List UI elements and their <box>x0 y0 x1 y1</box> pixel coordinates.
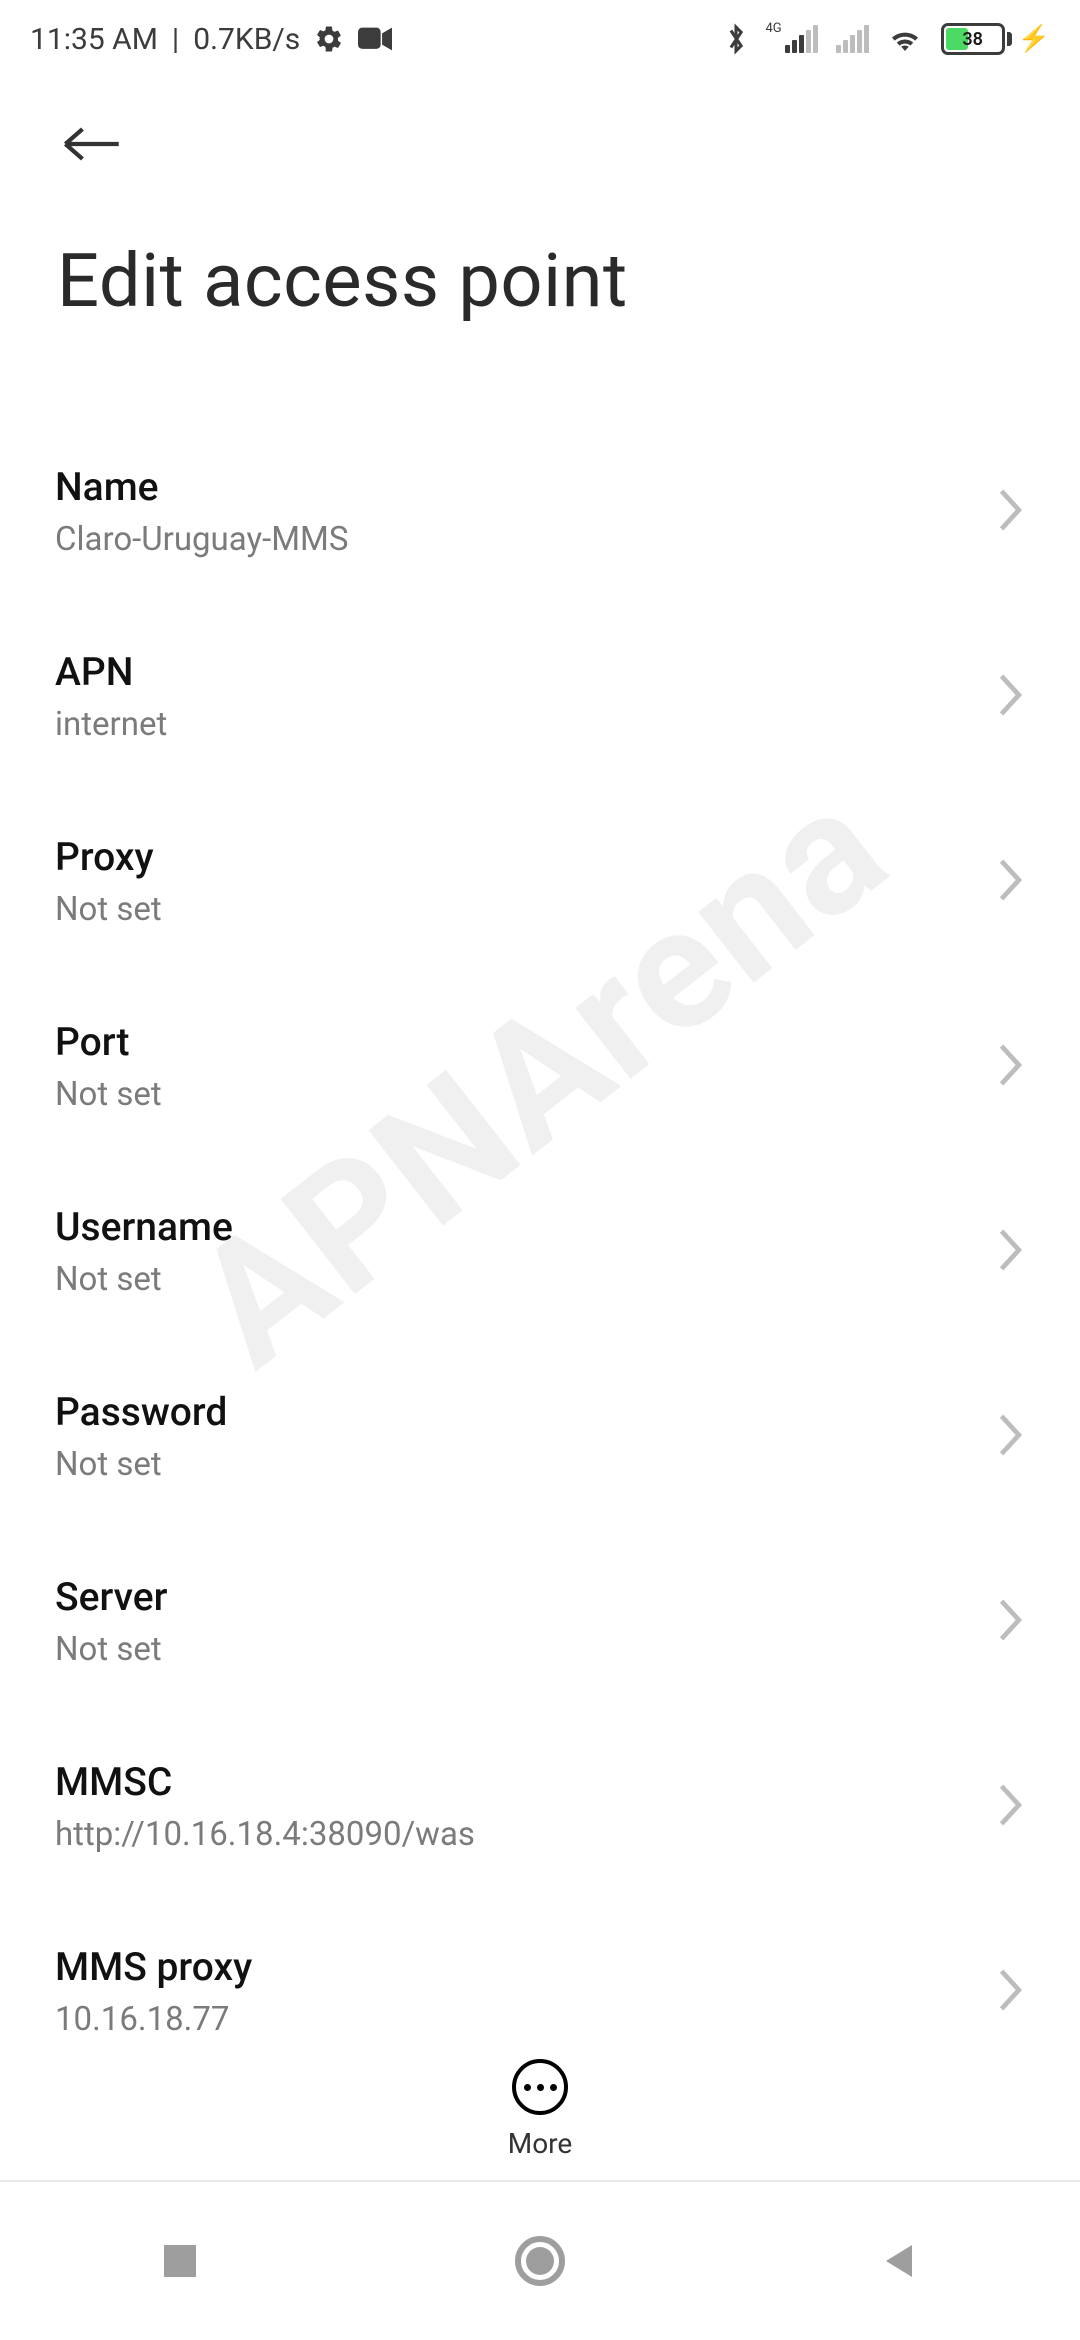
back-button[interactable] <box>55 108 127 180</box>
arrow-left-icon <box>59 124 123 164</box>
status-right: 4G 38 ⚡ <box>725 22 1050 56</box>
setting-label: Password <box>55 1389 227 1435</box>
nav-home-button[interactable] <box>440 2233 640 2289</box>
setting-label: Server <box>55 1574 167 1620</box>
more-label: More <box>508 2127 573 2160</box>
setting-value: Not set <box>55 1260 233 1299</box>
setting-value: Not set <box>55 1630 167 1669</box>
status-bar: 11:35 AM | 0.7KB/s 4G 38 ⚡ <box>0 0 1080 78</box>
setting-row-mmsc[interactable]: MMSC http://10.16.18.4:38090/was <box>55 1715 1025 1900</box>
triangle-left-icon <box>878 2239 922 2283</box>
chevron-right-icon <box>997 673 1025 721</box>
setting-value: Not set <box>55 890 162 929</box>
chevron-right-icon <box>997 1043 1025 1091</box>
setting-row-port[interactable]: Port Not set <box>55 975 1025 1160</box>
setting-row-name[interactable]: Name Claro-Uruguay-MMS <box>55 420 1025 605</box>
status-time: 11:35 AM <box>30 22 158 57</box>
setting-row-server[interactable]: Server Not set <box>55 1530 1025 1715</box>
setting-label: MMS proxy <box>55 1944 252 1990</box>
setting-value: Not set <box>55 1445 227 1484</box>
setting-value: Claro-Uruguay-MMS <box>55 520 348 559</box>
camera-icon <box>358 26 392 52</box>
nav-back-button[interactable] <box>800 2239 1000 2283</box>
setting-row-mms-proxy[interactable]: MMS proxy 10.16.18.77 <box>55 1900 1025 2085</box>
setting-label: MMSC <box>55 1759 475 1805</box>
chevron-right-icon <box>997 858 1025 906</box>
signal-sim2 <box>836 25 869 53</box>
chevron-right-icon <box>997 1968 1025 2016</box>
chevron-right-icon <box>997 1413 1025 1461</box>
setting-row-username[interactable]: Username Not set <box>55 1160 1025 1345</box>
wifi-icon <box>887 25 923 53</box>
page-title: Edit access point <box>55 238 1040 325</box>
setting-row-password[interactable]: Password Not set <box>55 1345 1025 1530</box>
setting-value: Not set <box>55 1075 162 1114</box>
setting-label: Username <box>55 1204 233 1250</box>
setting-row-apn[interactable]: APN internet <box>55 605 1025 790</box>
status-net-speed: 0.7KB/s <box>193 22 300 57</box>
settings-icon <box>314 24 344 54</box>
setting-label: Port <box>55 1019 162 1065</box>
app-bar: Edit access point <box>0 78 1080 325</box>
setting-value: internet <box>55 705 167 744</box>
system-nav-bar <box>0 2180 1080 2340</box>
setting-value: 10.16.18.77 <box>55 2000 252 2039</box>
nav-recents-button[interactable] <box>80 2239 280 2283</box>
signal-4g-label: 4G <box>765 21 781 36</box>
circle-icon <box>512 2233 568 2289</box>
settings-list: Name Claro-Uruguay-MMS APN internet Prox… <box>0 420 1080 2085</box>
setting-value: http://10.16.18.4:38090/was <box>55 1815 475 1854</box>
setting-label: APN <box>55 649 167 695</box>
chevron-right-icon <box>997 488 1025 536</box>
battery-percent: 38 <box>944 29 1002 50</box>
square-icon <box>158 2239 202 2283</box>
signal-sim1: 4G <box>765 25 817 53</box>
charging-icon: ⚡ <box>1018 24 1050 54</box>
chevron-right-icon <box>997 1228 1025 1276</box>
chevron-right-icon <box>997 1783 1025 1831</box>
setting-label: Name <box>55 464 348 510</box>
status-left: 11:35 AM | 0.7KB/s <box>30 22 392 57</box>
more-icon <box>512 2059 568 2115</box>
status-separator: | <box>172 22 179 57</box>
battery-indicator: 38 ⚡ <box>941 23 1050 55</box>
chevron-right-icon <box>997 1598 1025 1646</box>
setting-row-proxy[interactable]: Proxy Not set <box>55 790 1025 975</box>
more-button[interactable]: More <box>0 2059 1080 2160</box>
setting-label: Proxy <box>55 834 162 880</box>
bluetooth-icon <box>725 22 747 56</box>
